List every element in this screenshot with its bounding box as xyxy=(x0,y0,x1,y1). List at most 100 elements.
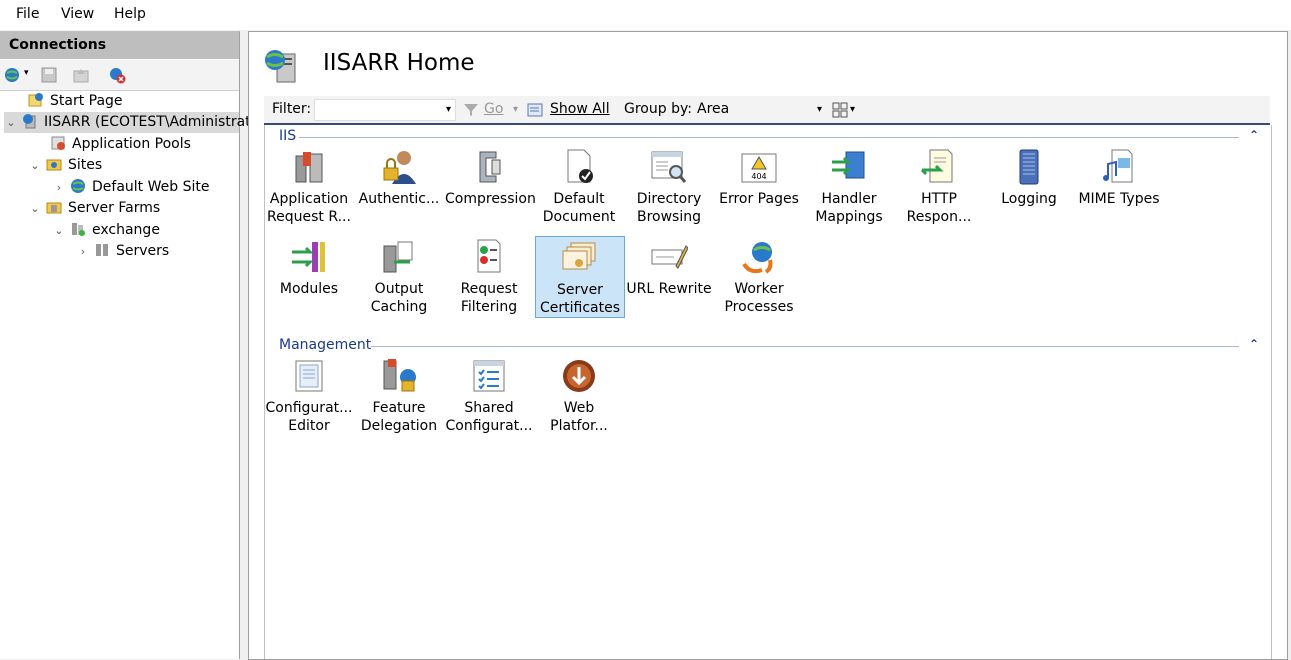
connect-globe-icon[interactable] xyxy=(4,66,22,84)
feature-directory-browsing[interactable]: Directory Browsing xyxy=(625,148,713,226)
feature-label-2: Filtering xyxy=(460,299,518,315)
feature-label-1: Authentic... xyxy=(358,191,440,207)
sites-folder-icon xyxy=(46,159,62,171)
feature-label-1: Worker xyxy=(734,281,784,297)
collapse-management-icon[interactable]: ⌃ xyxy=(1249,337,1259,351)
show-all-button[interactable]: Show All xyxy=(550,101,610,117)
group-management-divider xyxy=(371,346,1239,347)
feature-label-1: Default xyxy=(553,191,605,207)
window-magnifier-icon xyxy=(651,151,687,183)
start-page-icon xyxy=(28,93,43,107)
feature-http-response-headers[interactable]: HTTP Respon... xyxy=(895,148,983,226)
feature-mime-types[interactable]: MIME Types xyxy=(1075,148,1163,208)
feature-label-2: Delegation xyxy=(360,418,438,434)
menu-file[interactable]: File xyxy=(16,6,39,22)
menu-bar: File View Help xyxy=(0,0,1291,30)
filter-dropdown-icon[interactable]: ▾ xyxy=(446,104,451,115)
tree-server[interactable]: ⌄ IISARR (ECOTEST\Administrat xyxy=(4,112,251,133)
menu-view[interactable]: View xyxy=(61,6,94,22)
go-dropdown-icon[interactable]: ▾ xyxy=(513,104,518,115)
arr-servers-icon xyxy=(295,152,323,183)
group-iis-header: IIS xyxy=(279,128,297,144)
shared-config-icon xyxy=(473,360,505,392)
feature-label-1: HTTP xyxy=(921,191,957,207)
collapse-iis-icon[interactable]: ⌃ xyxy=(1249,128,1259,142)
feature-error-pages[interactable]: 404 Error Pages xyxy=(715,148,803,208)
feature-url-rewrite[interactable]: URL Rewrite xyxy=(625,238,713,298)
http-response-icon xyxy=(920,149,953,183)
feature-label-1: Directory xyxy=(636,191,702,207)
connect-dropdown-icon[interactable]: ▾ xyxy=(24,68,29,78)
feature-server-certificates[interactable]: Server Certificates xyxy=(535,236,625,318)
up-level-icon[interactable] xyxy=(72,66,90,84)
feature-label-2: Respon... xyxy=(906,209,972,225)
feature-authentication[interactable]: Authentic... xyxy=(355,148,443,208)
feature-label-1: Feature xyxy=(372,400,426,416)
group-by-dropdown-icon[interactable]: ▾ xyxy=(817,104,822,115)
tree-app-pools[interactable]: Application Pools xyxy=(50,134,191,155)
feature-configuration-editor[interactable]: Configurat... Editor xyxy=(265,357,353,435)
tree-label-server: IISARR (ECOTEST\Administrat xyxy=(44,114,251,130)
group-by-label: Group by: xyxy=(624,101,692,117)
save-icon[interactable] xyxy=(40,66,58,84)
chevron-right-icon[interactable]: › xyxy=(76,241,90,262)
tree-start-page[interactable]: Start Page xyxy=(28,91,123,112)
feature-label-2: Editor xyxy=(288,418,330,434)
web-platform-icon xyxy=(563,360,595,392)
server-globe-icon xyxy=(23,114,36,129)
chevron-down-icon[interactable]: ⌄ xyxy=(28,155,42,176)
delegation-icon xyxy=(383,359,416,392)
go-button[interactable]: Go xyxy=(484,101,503,117)
tree-servers[interactable]: › Servers xyxy=(76,241,169,262)
feature-label-1: Request xyxy=(460,281,518,297)
filter-input[interactable] xyxy=(314,99,456,121)
chevron-down-icon[interactable]: ⌄ xyxy=(28,198,42,219)
feature-compression[interactable]: Compression xyxy=(445,148,536,208)
feature-label-1: Server xyxy=(557,282,603,298)
connections-title: Connections xyxy=(0,32,239,59)
view-dropdown-icon[interactable]: ▾ xyxy=(850,104,855,115)
view-options-icon[interactable] xyxy=(832,102,848,118)
feature-modules[interactable]: Modules xyxy=(265,238,353,298)
feature-shared-configuration[interactable]: Shared Configurat... xyxy=(445,357,533,435)
feature-label-1: Handler xyxy=(821,191,877,207)
menu-help[interactable]: Help xyxy=(114,6,146,22)
tree-label-start-page: Start Page xyxy=(50,93,123,109)
funnel-icon xyxy=(464,104,478,116)
feature-worker-processes[interactable]: Worker Processes xyxy=(715,238,803,316)
svg-text:404: 404 xyxy=(751,172,766,181)
feature-web-platform-installer[interactable]: Web Platfor... xyxy=(535,357,623,435)
show-all-icon xyxy=(527,103,543,117)
group-by-select[interactable]: Area xyxy=(697,101,729,117)
server-home-icon xyxy=(265,50,296,83)
features-view: IISARR Home Filter: ▾ Go ▾ Show All Grou… xyxy=(248,31,1288,660)
chevron-down-icon[interactable]: ⌄ xyxy=(4,112,18,133)
feature-feature-delegation[interactable]: Feature Delegation xyxy=(355,357,443,435)
chevron-right-icon[interactable]: › xyxy=(52,177,66,198)
chevron-down-icon[interactable]: ⌄ xyxy=(52,220,66,241)
tree-exchange[interactable]: ⌄ exchange xyxy=(52,220,160,241)
feature-label-1: Web xyxy=(563,400,595,416)
feature-label-1: Shared xyxy=(464,400,514,416)
tree-server-farms[interactable]: ⌄ Server Farms xyxy=(28,198,160,219)
feature-logging[interactable]: Logging xyxy=(985,148,1073,208)
feature-request-filtering[interactable]: Request Filtering xyxy=(445,238,533,316)
tree-default-web-site[interactable]: › Default Web Site xyxy=(52,177,209,198)
certificates-icon xyxy=(562,242,596,270)
filter-label: Filter: xyxy=(272,101,312,117)
disconnect-icon[interactable] xyxy=(108,66,126,84)
feature-label-1: Modules xyxy=(279,281,339,297)
document-check-icon xyxy=(567,149,593,183)
feature-label-1: Application xyxy=(269,191,349,207)
tree-label-app-pools: Application Pools xyxy=(72,136,191,152)
feature-application-request-routing[interactable]: Application Request R... xyxy=(265,148,353,226)
mime-media-icon xyxy=(1103,149,1133,183)
feature-output-caching[interactable]: Output Caching xyxy=(355,238,443,316)
group-management-header: Management xyxy=(279,337,372,353)
tree-sites[interactable]: ⌄ Sites xyxy=(28,155,102,176)
notebook-icon xyxy=(1019,149,1039,185)
feature-handler-mappings[interactable]: Handler Mappings xyxy=(805,148,893,226)
tree-label-default-web-site: Default Web Site xyxy=(92,179,210,195)
url-rewrite-icon xyxy=(651,245,688,269)
feature-default-document[interactable]: Default Document xyxy=(535,148,623,226)
